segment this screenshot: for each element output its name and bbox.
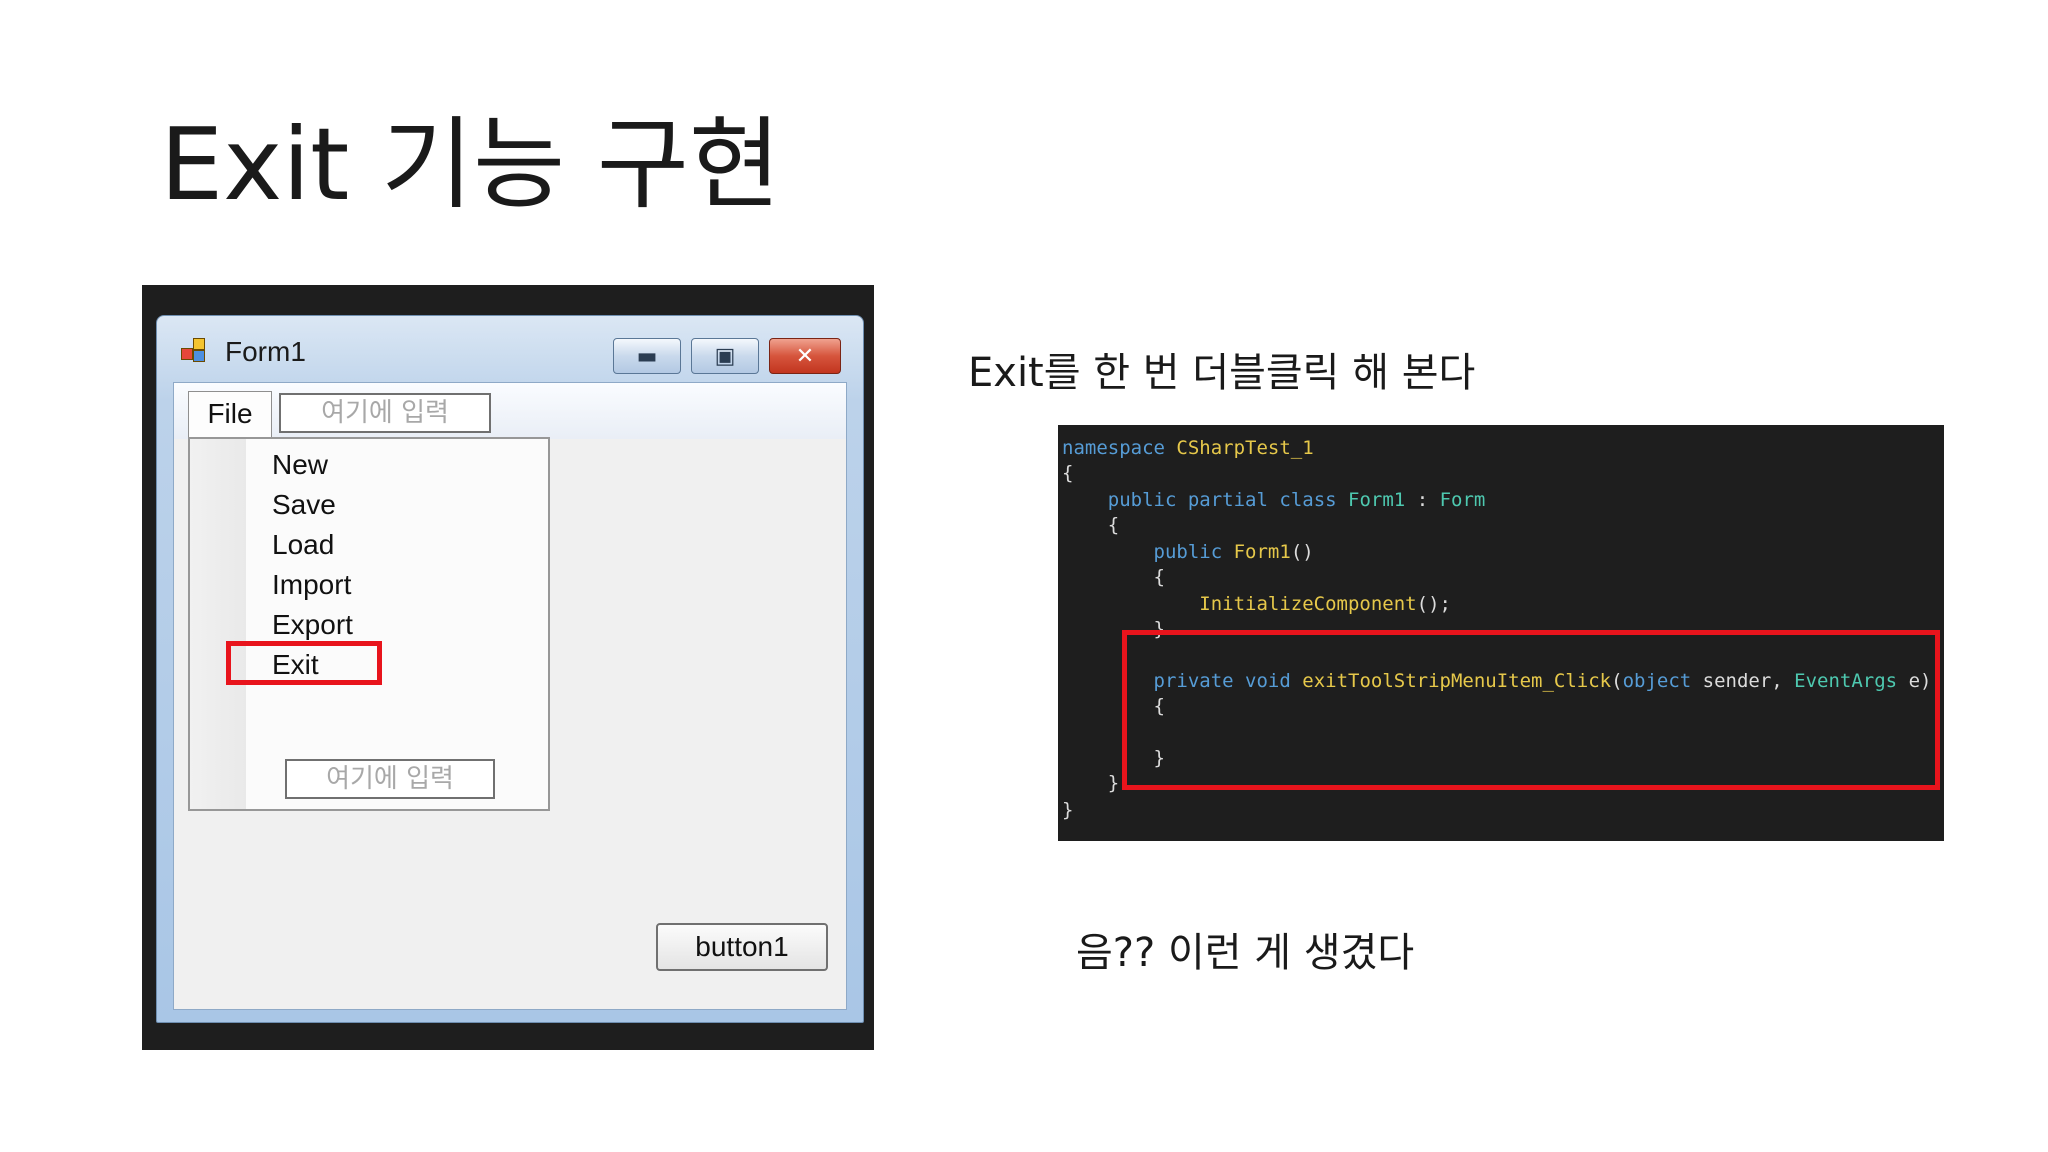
maximize-icon: ▣ (714, 343, 736, 369)
maximize-button[interactable]: ▣ (691, 338, 759, 374)
menu-icon-gutter (190, 439, 246, 809)
form-app-icon (181, 338, 207, 362)
code-line-ctor: public Form1() (1153, 541, 1314, 563)
code-line-brace: } (1062, 799, 1074, 821)
minimize-icon: ▬ (636, 343, 658, 369)
menubar-type-here[interactable]: 여기에 입력 (279, 393, 491, 433)
dropdown-type-here[interactable]: 여기에 입력 (285, 759, 495, 799)
exit-highlight-box (226, 641, 382, 685)
code-line-brace: { (1153, 566, 1165, 588)
menu-item-import[interactable]: Import (272, 563, 351, 607)
menu-item-new[interactable]: New (272, 443, 328, 487)
form-client-area: File 여기에 입력 New Save Load Import Export … (173, 382, 847, 1010)
menu-strip: File 여기에 입력 (174, 383, 846, 439)
code-line-brace: { (1107, 514, 1120, 536)
code-line-namespace: namespace CSharpTest_1 (1062, 437, 1314, 459)
caption-bottom: 음?? 이런 게 생겼다 (1076, 930, 1415, 976)
handler-highlight-box (1122, 630, 1940, 790)
code-line-brace: } (1107, 772, 1120, 794)
close-icon: ✕ (795, 343, 815, 369)
window-titlebar[interactable]: Form1 ▬ ▣ ✕ (157, 316, 863, 374)
window-title: Form1 (225, 336, 306, 367)
code-line-brace: { (1062, 462, 1074, 484)
form-window: Form1 ▬ ▣ ✕ File 여기에 입력 New Save Load Im… (156, 315, 864, 1023)
menu-item-save[interactable]: Save (272, 483, 336, 527)
form-screenshot: Form1 ▬ ▣ ✕ File 여기에 입력 New Save Load Im… (142, 285, 874, 1050)
close-button[interactable]: ✕ (769, 338, 841, 374)
button1[interactable]: button1 (656, 923, 828, 971)
minimize-button[interactable]: ▬ (613, 338, 681, 374)
caption-top: Exit를 한 번 더블클릭 해 본다 (968, 350, 1476, 396)
slide-title: Exit 기능 구현 (160, 106, 781, 223)
menu-file[interactable]: File (188, 391, 272, 437)
file-dropdown-menu: New Save Load Import Export Exit 여기에 입력 (188, 437, 550, 811)
menu-item-load[interactable]: Load (272, 523, 334, 567)
code-line-class: public partial class Form1 : Form (1107, 489, 1486, 511)
code-line-init: InitializeComponent(); (1199, 593, 1451, 615)
